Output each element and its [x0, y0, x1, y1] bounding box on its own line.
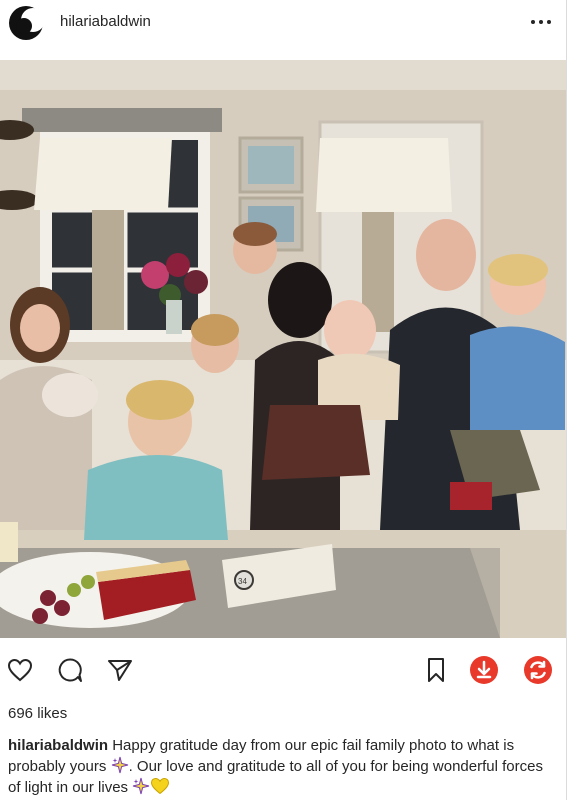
more-options-button[interactable] — [527, 8, 555, 36]
avatar[interactable] — [6, 3, 46, 43]
sparkles-emoji-icon-2 — [133, 777, 150, 795]
send-icon — [108, 660, 132, 681]
save-button[interactable] — [420, 654, 452, 686]
post-photo[interactable]: 34 — [0, 60, 566, 638]
profile-logo-icon — [9, 6, 45, 40]
download-icon — [470, 656, 498, 684]
like-button[interactable] — [4, 654, 36, 686]
bookmark-icon — [428, 658, 444, 682]
refresh-icon — [524, 656, 552, 684]
likes-count[interactable]: 696 likes — [8, 705, 67, 722]
post-caption: hilariabaldwin Happy gratitude day from … — [8, 735, 553, 798]
post-username[interactable]: hilariabaldwin — [60, 13, 151, 30]
refresh-button[interactable] — [522, 654, 554, 686]
download-button[interactable] — [468, 654, 500, 686]
comment-button[interactable] — [54, 654, 86, 686]
cracker-box-label: 34 — [238, 577, 247, 586]
post-header: hilariabaldwin — [0, 0, 566, 56]
yellow-heart-icon — [151, 777, 170, 795]
heart-icon — [7, 658, 33, 682]
caption-username[interactable]: hilariabaldwin — [8, 737, 108, 754]
comment-icon — [58, 658, 82, 682]
sparkles-emoji-icon — [111, 756, 128, 774]
family-photo-image: 34 — [0, 60, 566, 638]
instagram-post: hilariabaldwin 34 696 likes hilariabaldw… — [0, 0, 567, 800]
share-button[interactable] — [104, 654, 136, 686]
action-bar — [0, 648, 566, 692]
more-options-icon — [531, 20, 551, 24]
